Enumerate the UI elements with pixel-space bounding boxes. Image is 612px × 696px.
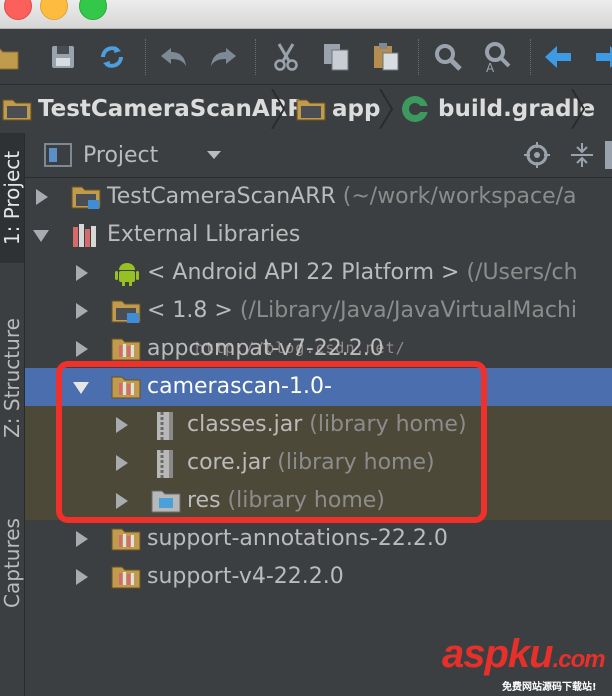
site-brand-logo: aspku.com 免费网站源码下载站! — [440, 632, 610, 696]
tool-tab-captures-label: Captures — [0, 518, 25, 608]
expand-arrow-icon[interactable] — [75, 340, 89, 358]
tree-item-project-root[interactable]: TestCameraScanARR (~/work/workspace/a — [25, 178, 612, 216]
library-folder-icon — [111, 335, 141, 363]
brand-logo-text: aspku.com — [442, 632, 606, 676]
jdk-folder-icon — [111, 297, 141, 325]
breadcrumb-separator-icon — [271, 89, 286, 129]
zoom-window-button[interactable] — [79, 0, 107, 20]
locate-file-icon[interactable] — [523, 141, 551, 173]
tool-tab-project-label: 1: Project — [0, 150, 24, 246]
paste-icon[interactable] — [370, 41, 402, 73]
tree-item-label: support-v4-22.2.0 — [147, 564, 344, 589]
breadcrumb-separator-icon — [379, 89, 394, 129]
undo-icon[interactable] — [158, 41, 190, 73]
tree-item-label: External Libraries — [107, 222, 301, 247]
project-view-selector[interactable]: Project — [43, 133, 222, 177]
breadcrumb-module-label: app — [332, 96, 381, 122]
chevron-down-icon — [207, 151, 222, 159]
toolbar-separator — [145, 39, 147, 75]
replace-icon[interactable]: A — [481, 41, 513, 73]
brand-tagline: 免费网站源码下载站! — [502, 682, 597, 693]
window-title-bar — [0, 0, 612, 29]
gradle-file-icon — [400, 94, 430, 124]
expand-arrow-icon[interactable] — [75, 568, 89, 586]
collapse-all-icon[interactable] — [569, 141, 595, 173]
expand-arrow-icon[interactable] — [75, 302, 89, 320]
tree-item-external-libraries[interactable]: External Libraries — [25, 216, 612, 254]
tool-tab-structure[interactable]: Z: Structure — [0, 283, 24, 473]
copy-icon[interactable] — [320, 41, 352, 73]
back-arrow-icon[interactable] — [542, 41, 574, 73]
expand-arrow-icon[interactable] — [35, 188, 49, 206]
svg-text:A: A — [486, 61, 495, 73]
close-window-button[interactable] — [4, 0, 32, 20]
project-folder-icon — [71, 183, 101, 211]
module-folder-icon — [296, 96, 326, 122]
redo-icon[interactable] — [207, 41, 239, 73]
project-folder-icon — [2, 96, 32, 122]
breadcrumb-file[interactable]: build.gradle — [400, 85, 595, 133]
tool-tab-project[interactable]: 1: Project — [0, 133, 24, 263]
toolbar-separator — [530, 39, 532, 75]
tree-item-support-v4[interactable]: support-v4-22.2.0 — [25, 558, 612, 596]
find-icon[interactable] — [432, 41, 464, 73]
tree-item-jdk[interactable]: < 1.8 > (/Library/Java/JavaVirtualMachi — [25, 292, 612, 330]
project-panel-title: Project — [83, 142, 159, 168]
tree-item-label: < Android API 22 Platform > (/Users/ch — [147, 260, 578, 285]
project-panel-header: Project — [25, 133, 612, 178]
breadcrumb-module[interactable]: app — [296, 85, 380, 133]
toolbar-separator — [418, 39, 420, 75]
android-icon — [113, 259, 141, 287]
library-folder-icon — [111, 525, 141, 553]
settings-icon[interactable] — [605, 141, 612, 169]
collapse-arrow-icon[interactable] — [32, 229, 50, 243]
tree-item-label: < 1.8 > (/Library/Java/JavaVirtualMachi — [147, 298, 578, 323]
breadcrumb-project-label: TestCameraScanARR — [38, 96, 306, 122]
library-folder-icon — [111, 563, 141, 591]
expand-arrow-icon[interactable] — [75, 264, 89, 282]
open-folder-icon[interactable] — [0, 41, 20, 73]
minimize-window-button[interactable] — [40, 0, 68, 20]
tool-tab-captures[interactable]: Captures — [0, 493, 24, 633]
blog-watermark: http://blog.csdn.net/ — [195, 339, 406, 357]
tool-tab-structure-label: Z: Structure — [0, 318, 24, 438]
breadcrumb-separator-icon — [571, 89, 586, 129]
project-view-icon — [43, 142, 73, 168]
tree-item-label: TestCameraScanARR (~/work/workspace/a — [107, 184, 577, 209]
navigation-breadcrumb: TestCameraScanARR app build.gradle — [0, 84, 612, 134]
tree-item-label: support-annotations-22.2.0 — [147, 526, 448, 551]
sync-icon[interactable] — [96, 41, 128, 73]
main-toolbar: A — [0, 29, 612, 84]
tool-window-strip: 1: Project Z: Structure Captures — [0, 133, 25, 696]
annotation-highlight-box — [56, 361, 487, 523]
library-group-icon — [71, 221, 99, 249]
expand-arrow-icon[interactable] — [75, 530, 89, 548]
cut-icon[interactable] — [270, 41, 302, 73]
tree-item-android-sdk[interactable]: < Android API 22 Platform > (/Users/ch — [25, 254, 612, 292]
forward-arrow-icon[interactable] — [593, 41, 612, 73]
tree-item-support-annotations[interactable]: support-annotations-22.2.0 — [25, 520, 612, 558]
breadcrumb-project[interactable]: TestCameraScanARR — [2, 85, 305, 133]
toolbar-separator — [255, 39, 257, 75]
save-all-icon[interactable] — [47, 41, 79, 73]
